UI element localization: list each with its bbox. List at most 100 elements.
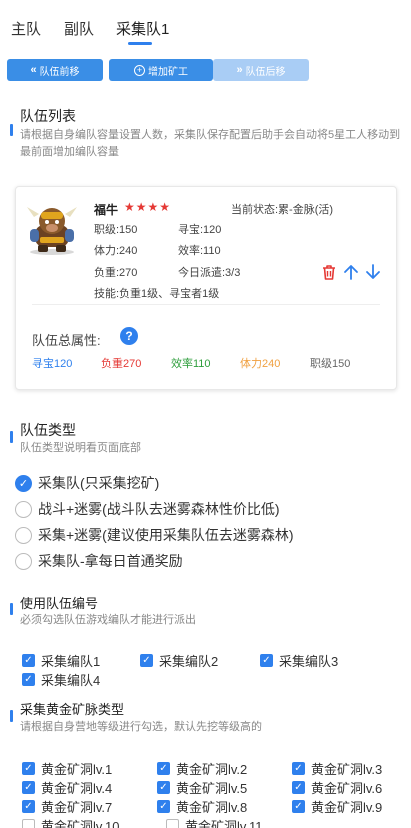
worker-card: 福牛 ★★★★ 当前状态:累-金脉(活) 职级:150 寻宝:120 体力:24… — [15, 186, 397, 390]
help-icon[interactable]: ? — [120, 327, 138, 345]
tab-gather-team-1[interactable]: 采集队1 — [116, 18, 169, 39]
mine-level-label: 黄金矿洞lv.3 — [311, 762, 383, 777]
checkbox-checked-icon: ✓ — [22, 673, 35, 686]
team-number-checkbox[interactable]: ✓ 采集编队2 — [140, 651, 218, 670]
card-divider — [32, 304, 380, 305]
total-efficiency: 效率110 — [171, 358, 211, 370]
checkbox-checked-icon: ✓ — [22, 762, 35, 775]
double-chevron-left-icon: « — [30, 64, 37, 76]
team-number-label: 采集编队2 — [159, 654, 219, 669]
worker-stamina: 体力:240 — [94, 245, 138, 257]
checkbox-checked-icon: ✓ — [157, 781, 170, 794]
mine-level-checkbox[interactable]: ✓ 黄金矿洞lv.9 — [292, 797, 382, 816]
move-team-backward-button[interactable]: » 队伍后移 — [213, 59, 309, 81]
mine-level-label: 黄金矿洞lv.5 — [176, 781, 248, 796]
team-type-option-label: 采集+迷雾(建议使用采集队伍去迷雾森林) — [38, 527, 294, 543]
checkbox-checked-icon: ✓ — [292, 781, 305, 794]
checkbox-unchecked-icon — [166, 819, 179, 828]
mine-level-label: 黄金矿洞lv.4 — [41, 781, 113, 796]
team-type-option-label: 采集队-拿每日首通奖励 — [38, 553, 183, 569]
section-marker — [10, 431, 13, 443]
checkbox-checked-icon: ✓ — [140, 654, 153, 667]
radio-unchecked-icon — [15, 500, 32, 518]
team-type-option[interactable]: 采集+迷雾(建议使用采集队伍去迷雾森林) — [15, 525, 294, 545]
checkbox-checked-icon: ✓ — [22, 654, 35, 667]
mine-level-checkbox[interactable]: ✓ 黄金矿洞lv.7 — [22, 797, 112, 816]
mine-level-checkbox[interactable]: 黄金矿洞lv.11 — [166, 816, 263, 828]
trash-icon[interactable] — [320, 263, 338, 281]
team-type-option[interactable]: 战斗+迷雾(战斗队去迷雾森林性价比低) — [15, 499, 280, 519]
total-load: 负重270 — [101, 358, 142, 370]
team-total-label: 队伍总属性: — [32, 333, 101, 348]
total-stamina: 体力240 — [240, 358, 281, 370]
worker-skills: 技能:负重1级、寻宝者1级 — [94, 288, 220, 300]
checkbox-unchecked-icon — [22, 819, 35, 828]
mine-level-label: 黄金矿洞lv.7 — [41, 800, 113, 815]
worker-efficiency: 效率:110 — [178, 245, 221, 257]
mine-level-checkbox[interactable]: ✓ 黄金矿洞lv.1 — [22, 759, 112, 778]
arrow-down-icon[interactable] — [364, 263, 382, 281]
team-type-title: 队伍类型 — [20, 422, 76, 438]
mine-level-label: 黄金矿洞lv.10 — [41, 819, 120, 828]
worker-star-rating: ★★★★ — [124, 200, 172, 214]
move-team-forward-label: 队伍前移 — [39, 66, 80, 78]
checkbox-checked-icon: ✓ — [22, 800, 35, 813]
active-tab-indicator — [128, 42, 152, 45]
mine-level-label: 黄金矿洞lv.2 — [176, 762, 248, 777]
team-number-label: 采集编队3 — [279, 654, 339, 669]
tab-sub-team[interactable]: 副队 — [64, 18, 94, 39]
worker-state: 当前状态:累-金脉(活) — [231, 204, 334, 216]
section-marker — [10, 710, 13, 722]
worker-avatar — [27, 207, 77, 255]
section-marker — [10, 124, 13, 136]
radio-checked-icon: ✓ — [15, 474, 32, 492]
move-team-forward-button[interactable]: « 队伍前移 — [7, 59, 103, 81]
checkbox-checked-icon: ✓ — [292, 800, 305, 813]
total-treasure: 寻宝120 — [32, 358, 73, 370]
checkbox-checked-icon: ✓ — [22, 781, 35, 794]
team-type-option[interactable]: ✓ 采集队(只采集挖矿) — [15, 473, 159, 493]
mine-type-desc: 请根据自身营地等级进行勾选，默认先挖等级高的 — [20, 721, 262, 733]
mine-level-label: 黄金矿洞lv.6 — [311, 781, 383, 796]
team-list-desc: 请根据自身编队容量设置人数，采集队保存配置后助手会自动将5星工人移动到最前面增加… — [20, 129, 401, 158]
team-number-label: 采集编队1 — [41, 654, 101, 669]
team-number-title: 使用队伍编号 — [20, 596, 99, 611]
worker-load: 负重:270 — [94, 267, 138, 279]
mine-level-label: 黄金矿洞lv.11 — [185, 819, 263, 828]
mine-level-checkbox[interactable]: ✓ 黄金矿洞lv.4 — [22, 778, 112, 797]
team-number-checkbox[interactable]: ✓ 采集编队4 — [22, 670, 100, 689]
checkbox-checked-icon: ✓ — [157, 762, 170, 775]
mine-level-checkbox[interactable]: ✓ 黄金矿洞lv.5 — [157, 778, 247, 797]
mine-level-label: 黄金矿洞lv.9 — [311, 800, 383, 815]
team-list-title: 队伍列表 — [20, 108, 76, 124]
mine-level-checkbox[interactable]: 黄金矿洞lv.10 — [22, 816, 120, 828]
mine-level-label: 黄金矿洞lv.8 — [176, 800, 248, 815]
worker-treasure: 寻宝:120 — [178, 224, 222, 236]
add-worker-button[interactable]: + 增加矿工 — [109, 59, 213, 81]
move-team-backward-label: 队伍后移 — [245, 66, 286, 78]
team-number-desc: 必须勾选队伍游戏编队才能进行派出 — [20, 614, 196, 626]
arrow-up-icon[interactable] — [342, 263, 360, 281]
plus-circle-icon: + — [134, 64, 145, 76]
radio-unchecked-icon — [15, 552, 32, 570]
team-number-checkbox[interactable]: ✓ 采集编队1 — [22, 651, 100, 670]
worker-today-dispatch: 今日派遣:3/3 — [178, 267, 241, 279]
mine-level-checkbox[interactable]: ✓ 黄金矿洞lv.6 — [292, 778, 382, 797]
mine-level-label: 黄金矿洞lv.1 — [41, 762, 113, 777]
radio-unchecked-icon — [15, 526, 32, 544]
checkbox-checked-icon: ✓ — [260, 654, 273, 667]
team-number-label: 采集编队4 — [41, 673, 101, 688]
mine-level-checkbox[interactable]: ✓ 黄金矿洞lv.8 — [157, 797, 247, 816]
mine-level-checkbox[interactable]: ✓ 黄金矿洞lv.3 — [292, 759, 382, 778]
worker-rank: 职级:150 — [94, 224, 138, 236]
section-marker — [10, 603, 13, 615]
checkbox-checked-icon: ✓ — [292, 762, 305, 775]
tab-main-team[interactable]: 主队 — [11, 18, 41, 39]
team-type-option-label: 采集队(只采集挖矿) — [38, 475, 160, 491]
mine-level-checkbox[interactable]: ✓ 黄金矿洞lv.2 — [157, 759, 247, 778]
team-tabs: 主队 副队 采集队1 — [0, 0, 411, 48]
double-chevron-right-icon: » — [236, 64, 243, 76]
add-worker-label: 增加矿工 — [148, 66, 188, 78]
team-type-option[interactable]: 采集队-拿每日首通奖励 — [15, 551, 183, 571]
team-number-checkbox[interactable]: ✓ 采集编队3 — [260, 651, 338, 670]
